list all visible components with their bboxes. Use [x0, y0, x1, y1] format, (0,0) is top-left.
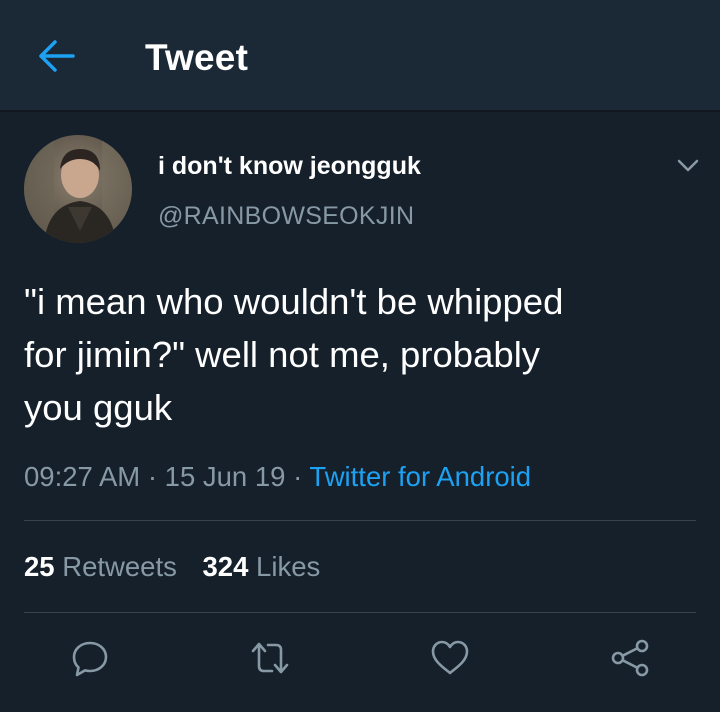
author-handle[interactable]: @RAINBOWSEOKJIN — [158, 200, 414, 232]
author-display-name[interactable]: i don't know jeongguk — [158, 150, 421, 182]
retweet-button[interactable] — [248, 636, 292, 680]
likes-stat[interactable]: 324 Likes — [203, 551, 321, 582]
divider — [24, 612, 696, 613]
arrow-left-icon — [39, 40, 75, 72]
top-app-bar: Tweet — [0, 0, 720, 112]
like-button[interactable] — [428, 636, 472, 680]
back-button[interactable] — [34, 34, 78, 78]
chevron-down-icon — [677, 159, 699, 172]
tweet-time: 09:27 AM — [24, 461, 141, 492]
share-button[interactable] — [608, 636, 652, 680]
likes-count: 324 — [202, 551, 249, 582]
retweets-count: 25 — [24, 551, 55, 582]
divider — [24, 520, 696, 521]
tweet-meta: 09:27 AM · 15 Jun 19 · Twitter for Andro… — [24, 459, 531, 495]
meta-separator: · — [147, 461, 158, 492]
retweets-label: Retweets — [62, 551, 177, 582]
meta-separator: · — [293, 461, 303, 492]
heart-icon — [431, 640, 469, 675]
retweet-icon — [251, 642, 289, 674]
profile-photo — [24, 135, 132, 243]
page-title: Tweet — [145, 37, 249, 78]
likes-label: Likes — [256, 551, 321, 582]
tweet-source-link[interactable]: Twitter for Android — [309, 461, 531, 492]
tweet-stats: 25 Retweets 324 Likes — [24, 549, 320, 585]
reply-button[interactable] — [68, 636, 112, 680]
retweets-stat[interactable]: 25 Retweets — [24, 551, 177, 582]
share-icon — [611, 639, 649, 677]
tweet-date: 15 Jun 19 — [164, 461, 286, 492]
avatar[interactable] — [24, 135, 132, 243]
reply-icon — [72, 641, 108, 677]
tweet-text: "i mean who wouldn't be whipped for jimi… — [24, 281, 564, 428]
tweet-menu-button[interactable] — [670, 148, 706, 184]
